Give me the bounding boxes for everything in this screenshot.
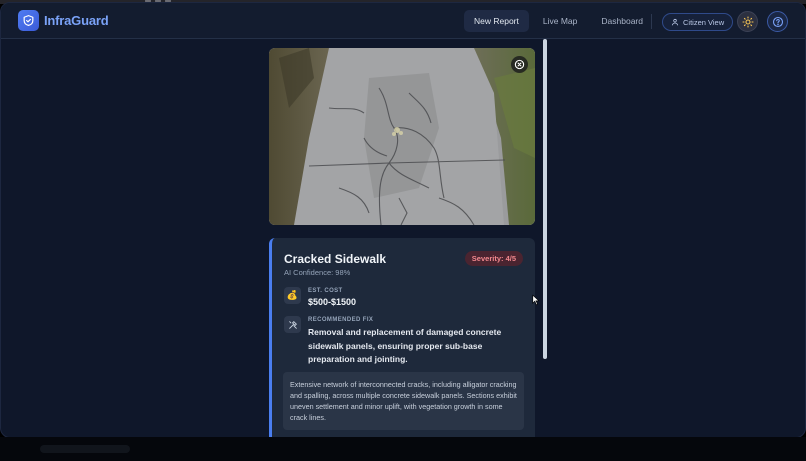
scrollbar-thumb[interactable]: [543, 39, 547, 359]
mouse-pointer-icon: [532, 294, 540, 306]
cost-value: $500-$1500: [308, 297, 357, 307]
help-icon: [772, 16, 783, 27]
close-photo-button[interactable]: [511, 56, 528, 73]
help-button[interactable]: [767, 11, 788, 32]
severity-badge: Severity: 4/5: [464, 251, 523, 266]
nav-live-map[interactable]: Live Map: [533, 10, 588, 32]
citizen-view-label: Citizen View: [683, 17, 725, 27]
nav-dashboard[interactable]: Dashboard: [591, 10, 653, 32]
app-name[interactable]: InfraGuard: [44, 13, 109, 28]
nav-divider: [651, 14, 652, 29]
issue-description: Extensive network of interconnected crac…: [283, 372, 524, 430]
nav-new-report[interactable]: New Report: [464, 10, 529, 32]
fix-label: RECOMMENDED FIX: [308, 317, 374, 323]
fix-value: Removal and replacement of damaged concr…: [308, 327, 502, 364]
theme-toggle-button[interactable]: [737, 11, 758, 32]
desktop-bottom-strip: [0, 437, 806, 461]
close-icon: [514, 59, 525, 70]
tools-icon: [284, 316, 301, 333]
app-window: InfraGuard New Report Live Map Dashboard…: [0, 2, 806, 438]
main-nav: New Report Live Map Dashboard: [464, 10, 653, 32]
shield-logo-icon[interactable]: [18, 10, 39, 31]
analysis-card: Cracked Sidewalk AI Confidence: 98% Seve…: [269, 238, 535, 437]
money-bag-icon: 💰: [284, 287, 301, 304]
top-navbar: InfraGuard New Report Live Map Dashboard…: [1, 3, 805, 39]
sun-icon: [741, 15, 754, 28]
report-photo: [269, 48, 535, 225]
issue-title: Cracked Sidewalk: [284, 252, 387, 266]
ai-confidence: AI Confidence: 98%: [284, 268, 351, 277]
citizen-view-button[interactable]: Citizen View: [662, 13, 734, 31]
cracked-sidewalk-photo: [269, 48, 535, 225]
cost-label: EST. COST: [308, 288, 343, 294]
user-icon: [671, 18, 679, 26]
